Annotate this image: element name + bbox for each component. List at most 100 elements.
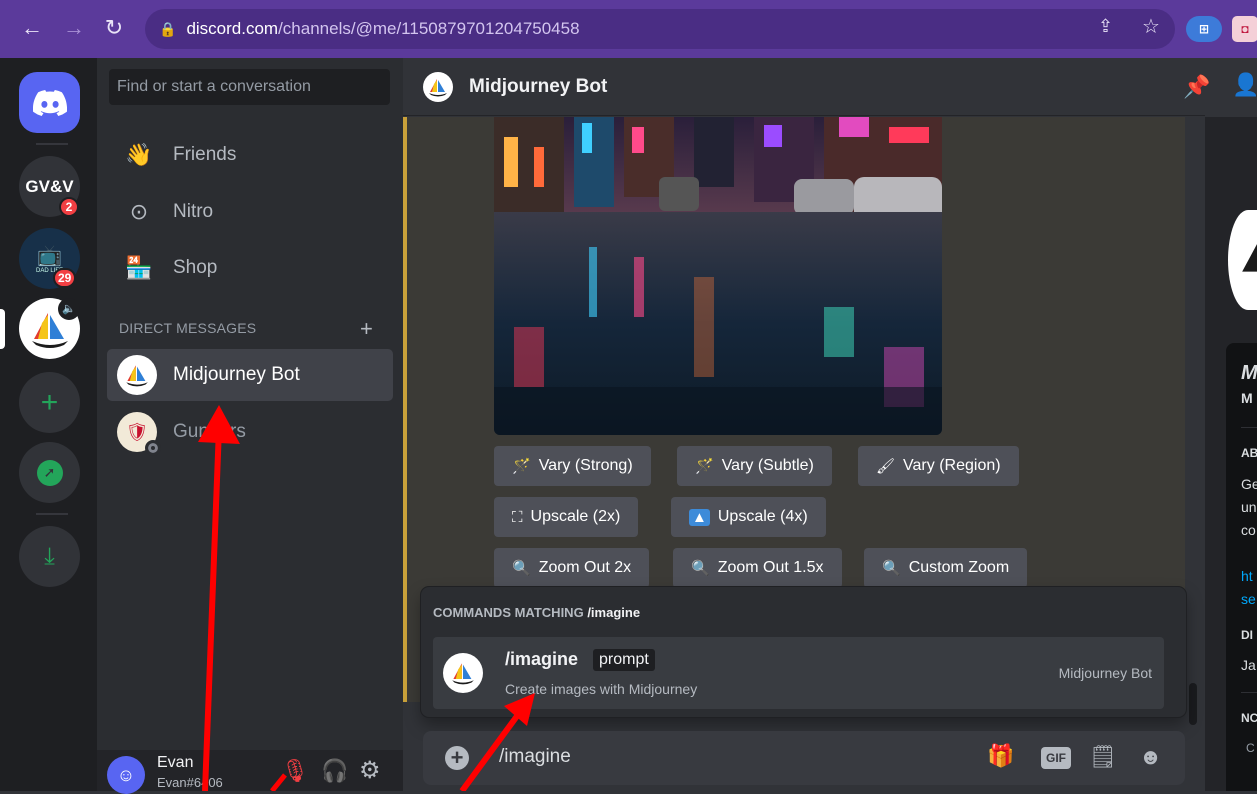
reload-icon[interactable]: ↻ [100, 14, 128, 42]
vary-region-button[interactable]: 🖌 Vary (Region) [858, 446, 1019, 486]
midjourney-boat-icon [452, 663, 474, 685]
member-since-value: Ja [1241, 657, 1256, 673]
header-avatar [423, 71, 453, 102]
crest-icon: 🛡 [125, 421, 149, 442]
settings-gear-icon[interactable]: ⚙ [359, 756, 381, 785]
nav-label: Friends [173, 144, 237, 165]
extension-icon[interactable]: ⊞ [1186, 16, 1222, 42]
heading-query: /imagine [587, 605, 641, 620]
note-field[interactable]: C [1246, 741, 1255, 755]
about-link[interactable]: se [1241, 591, 1256, 607]
command-name: /imagine [505, 649, 579, 669]
message-input[interactable]: /imagine [499, 746, 571, 768]
about-heading: AB [1241, 446, 1257, 460]
nav-item-shop[interactable]: 🏪 Shop [107, 244, 393, 292]
vary-strong-button[interactable]: 🪄 Vary (Strong) [494, 446, 651, 486]
upscale-2x-button[interactable]: ⛶ Upscale (2x) [494, 497, 639, 537]
command-param: prompt [593, 649, 655, 671]
url-path: /channels/@me/1150879701204750458 [278, 19, 580, 38]
up-arrow-icon: ▲ [689, 508, 710, 526]
command-option-imagine[interactable]: /imagine prompt Create images with Midjo… [433, 637, 1164, 709]
bookmark-star-icon[interactable]: ☆ [1142, 14, 1160, 39]
discord-logo-icon [32, 89, 67, 116]
headphones-icon[interactable]: 🎧 [321, 758, 348, 784]
address-bar[interactable]: 🔒 discord.com/channels/@me/1150879701204… [145, 9, 1175, 49]
divider [1241, 692, 1257, 693]
button-label: Zoom Out 1.5x [717, 559, 824, 576]
rail-divider [36, 143, 68, 145]
about-link[interactable]: ht [1241, 568, 1253, 584]
download-apps-icon[interactable]: ⤓ [19, 526, 80, 587]
gif-icon[interactable]: GIF [1041, 747, 1071, 769]
shop-icon: 🏪 [125, 255, 153, 280]
dm-section-header: DIRECT MESSAGES [119, 320, 257, 336]
notification-badge: 29 [53, 268, 77, 288]
attach-plus-icon[interactable]: + [445, 746, 469, 770]
nav-item-friends[interactable]: 👋 Friends [107, 131, 393, 179]
search-input[interactable]: Find or start a conversation [109, 69, 390, 105]
pinned-messages-icon[interactable]: 📌 [1183, 74, 1210, 100]
browser-toolbar: ← → ↻ 🔒 discord.com/channels/@me/1150879… [0, 0, 1257, 58]
button-label: Zoom Out 2x [538, 559, 632, 576]
button-label: Vary (Subtle) [721, 457, 814, 474]
about-line: Ge [1241, 476, 1257, 492]
button-label: Upscale (4x) [717, 508, 808, 525]
profile-name: M [1241, 362, 1257, 384]
explore-servers-button[interactable]: ➚ [19, 442, 80, 503]
custom-zoom-button[interactable]: 🔍 Custom Zoom [864, 548, 1028, 588]
tv-icon: 📺 [37, 245, 62, 267]
heading-text: COMMANDS MATCHING [433, 605, 588, 620]
pocket-extension-icon[interactable]: ◘ [1232, 16, 1257, 42]
divider [1241, 427, 1257, 428]
magnifier-icon: 🔍 [691, 560, 710, 577]
about-line: un [1241, 499, 1257, 515]
dm-item-midjourney-bot[interactable]: Midjourney Bot [107, 349, 393, 401]
channel-header: Midjourney Bot [403, 58, 1205, 116]
upscale-4x-button[interactable]: ▲ Upscale (4x) [671, 497, 826, 537]
server-label: GV&V [25, 176, 74, 196]
user-panel: ☺ Evan Evan#6406 🎙 🎧 ⚙ [97, 750, 403, 794]
emoji-icon[interactable]: ☻ [1139, 744, 1162, 770]
lock-icon: 🔒 [159, 20, 177, 37]
create-dm-icon[interactable]: + [360, 316, 373, 342]
nav-item-nitro[interactable]: ⊙ Nitro [107, 188, 393, 236]
vary-subtle-button[interactable]: 🪄 Vary (Subtle) [677, 446, 832, 486]
user-tag: Evan#6406 [157, 775, 223, 787]
magnifier-icon: 🔍 [512, 560, 531, 577]
sticker-icon[interactable]: 🗒 [1089, 744, 1117, 770]
mute-microphone-icon[interactable]: 🎙 [281, 758, 309, 784]
avatar: 🛡 [117, 412, 161, 456]
generated-image[interactable] [494, 117, 942, 435]
magic-wand-icon: 🪄 [695, 458, 714, 475]
button-label: Upscale (2x) [530, 508, 621, 525]
nav-label: Shop [173, 257, 218, 278]
midjourney-boat-icon [1242, 244, 1257, 272]
discord-home-icon[interactable] [19, 72, 80, 133]
compass-icon: ➚ [36, 459, 63, 486]
expand-icon: ⛶ [512, 508, 523, 526]
friends-icon: 👋 [125, 142, 153, 167]
nav-label: Nitro [173, 201, 214, 222]
forward-icon[interactable]: → [60, 14, 88, 42]
button-label: Custom Zoom [908, 559, 1010, 576]
zoom-out-2x-button[interactable]: 🔍 Zoom Out 2x [494, 548, 650, 588]
button-label: Vary (Region) [903, 457, 1001, 474]
user-name: Evan [157, 754, 194, 771]
autocomplete-heading: COMMANDS MATCHING /imagine [433, 605, 640, 620]
add-friends-to-dm-icon[interactable]: 👤 [1232, 72, 1257, 98]
dm-name: Gunners [173, 421, 246, 442]
user-avatar[interactable]: ☺ [107, 756, 145, 794]
share-icon[interactable]: ⇪ [1098, 16, 1113, 37]
avatar [443, 653, 483, 693]
gift-icon[interactable]: 🎁 [987, 743, 1014, 769]
magnifier-icon: 🔍 [882, 560, 901, 577]
dm-item-gunners[interactable]: 🛡 Gunners [107, 406, 393, 458]
back-icon[interactable]: ← [18, 14, 46, 42]
add-server-icon[interactable]: + [19, 372, 80, 433]
midjourney-boat-icon [126, 365, 148, 387]
note-heading: NC [1241, 711, 1257, 725]
city-street-image [494, 117, 942, 435]
member-since-heading: DI [1241, 628, 1253, 642]
zoom-out-1-5x-button[interactable]: 🔍 Zoom Out 1.5x [673, 548, 842, 588]
scrollbar-thumb[interactable] [1189, 683, 1197, 725]
